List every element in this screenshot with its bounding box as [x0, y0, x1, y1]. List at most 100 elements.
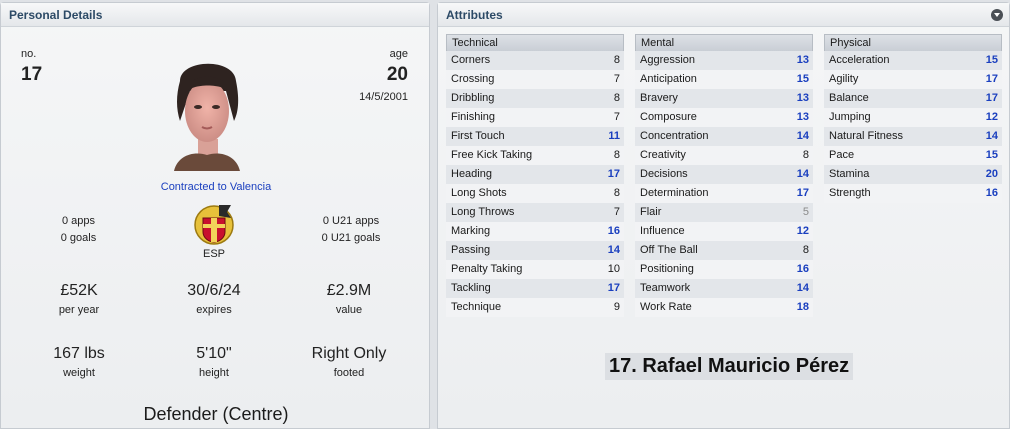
attribute-row[interactable]: Marking 16 [446, 222, 624, 241]
attribute-value: 8 [613, 149, 620, 161]
attribute-name: Pace [829, 149, 855, 161]
attribute-row[interactable]: Finishing 7 [446, 108, 624, 127]
attribute-row[interactable]: Dribbling 8 [446, 89, 624, 108]
age-label: age [389, 48, 408, 60]
attribute-value: 8 [613, 187, 620, 199]
attribute-name: Strength [829, 187, 871, 199]
attribute-row[interactable]: Free Kick Taking 8 [446, 146, 624, 165]
attribute-name: Aggression [640, 54, 696, 66]
player-value: £2.9M [326, 282, 372, 299]
attribute-row[interactable]: Heading 17 [446, 165, 624, 184]
attribute-row[interactable]: Balance 17 [824, 89, 1002, 108]
attribute-row[interactable]: Long Shots 8 [446, 184, 624, 203]
attribute-row[interactable]: Strength 16 [824, 184, 1002, 203]
attribute-name: Decisions [640, 168, 688, 180]
attribute-value: 7 [613, 111, 620, 123]
attribute-name: Concentration [640, 130, 709, 142]
height-value: 5'10" [196, 345, 232, 362]
attribute-value: 5 [802, 206, 809, 218]
attribute-value: 18 [796, 301, 809, 313]
attribute-row[interactable]: Acceleration 15 [824, 51, 1002, 70]
attribute-name: Determination [640, 187, 709, 199]
attribute-row[interactable]: Penalty Taking 10 [446, 260, 624, 279]
attribute-name: Finishing [451, 111, 496, 123]
attribute-value: 17 [985, 92, 998, 104]
attribute-row[interactable]: Concentration 14 [635, 127, 813, 146]
attribute-value: 14 [607, 244, 620, 256]
attribute-row[interactable]: Tackling 17 [446, 279, 624, 298]
attribute-row[interactable]: Technique 9 [446, 298, 624, 317]
attribute-row[interactable]: Decisions 14 [635, 165, 813, 184]
attribute-value: 17 [607, 168, 620, 180]
mental-column: Mental Aggression 13 Anticipation 15 Bravery… [635, 34, 813, 317]
attribute-name: Positioning [640, 263, 694, 275]
attribute-value: 17 [796, 187, 809, 199]
attribute-row[interactable]: Off The Ball 8 [635, 241, 813, 260]
attribute-value: 8 [613, 92, 620, 104]
weight-label: weight [63, 367, 95, 379]
attribute-row[interactable]: Influence 12 [635, 222, 813, 241]
attribute-row[interactable]: Flair 5 [635, 203, 813, 222]
height-label: height [199, 367, 229, 379]
attribute-value: 16 [796, 263, 809, 275]
attribute-name: Passing [451, 244, 491, 256]
weight-value: 167 lbs [53, 345, 105, 362]
attribute-row[interactable]: Composure 13 [635, 108, 813, 127]
mental-header: Mental [635, 34, 813, 51]
attribute-row[interactable]: Work Rate 18 [635, 298, 813, 317]
spain-crest-icon[interactable] [191, 202, 237, 246]
attribute-row[interactable]: Long Throws 7 [446, 203, 624, 222]
attribute-value: 15 [985, 149, 998, 161]
attribute-name: Composure [640, 111, 697, 123]
physical-column: Physical Acceleration 15 Agility 17 Balance 1… [824, 34, 1002, 203]
attribute-row[interactable]: Creativity 8 [635, 146, 813, 165]
attribute-name: Long Shots [451, 187, 507, 199]
age-value: 20 [386, 64, 408, 85]
attribute-value: 7 [613, 73, 620, 85]
u21-goals-count: 0 U21 goals [321, 232, 381, 244]
attribute-value: 8 [802, 244, 809, 256]
attribute-name: Work Rate [640, 301, 692, 313]
attribute-row[interactable]: Crossing 7 [446, 70, 624, 89]
wage-value: £52K [60, 282, 98, 299]
attribute-value: 10 [607, 263, 620, 275]
attribute-row[interactable]: Bravery 13 [635, 89, 813, 108]
contract-expires-value: 30/6/24 [187, 282, 241, 299]
attribute-row[interactable]: Corners 8 [446, 51, 624, 70]
nationality-code: ESP [202, 248, 225, 260]
attribute-name: Off The Ball [640, 244, 698, 256]
attribute-row[interactable]: Stamina 20 [824, 165, 1002, 184]
attribute-name: Crossing [451, 73, 495, 85]
attribute-row[interactable]: First Touch 11 [446, 127, 624, 146]
attribute-name: First Touch [451, 130, 505, 142]
attribute-value: 13 [796, 111, 809, 123]
attribute-row[interactable]: Passing 14 [446, 241, 624, 260]
attribute-name: Natural Fitness [829, 130, 903, 142]
date-of-birth: 14/5/2001 [359, 91, 408, 103]
attribute-name: Acceleration [829, 54, 890, 66]
contract-link[interactable]: Contracted to Valencia [131, 181, 301, 193]
attribute-name: Agility [829, 73, 859, 85]
attribute-name: Long Throws [451, 206, 515, 218]
footedness-label: footed [333, 367, 365, 379]
attribute-value: 16 [985, 187, 998, 199]
attribute-name: Corners [451, 54, 491, 66]
attribute-row[interactable]: Anticipation 15 [635, 70, 813, 89]
attribute-row[interactable]: Pace 15 [824, 146, 1002, 165]
attribute-value: 8 [613, 54, 620, 66]
attribute-row[interactable]: Agility 17 [824, 70, 1002, 89]
wage-label: per year [58, 304, 100, 316]
attribute-value: 12 [985, 111, 998, 123]
attribute-row[interactable]: Jumping 12 [824, 108, 1002, 127]
attribute-row[interactable]: Aggression 13 [635, 51, 813, 70]
personal-details-header: Personal Details [1, 3, 429, 27]
attribute-row[interactable]: Determination 17 [635, 184, 813, 203]
panel-menu-icon[interactable] [991, 9, 1003, 21]
attribute-row[interactable]: Natural Fitness 14 [824, 127, 1002, 146]
attribute-row[interactable]: Teamwork 14 [635, 279, 813, 298]
attribute-value: 15 [796, 73, 809, 85]
mental-list: Aggression 13 Anticipation 15 Bravery 13 Compo… [635, 51, 813, 317]
attribute-row[interactable]: Positioning 16 [635, 260, 813, 279]
attribute-value: 14 [985, 130, 998, 142]
attribute-value: 8 [802, 149, 809, 161]
